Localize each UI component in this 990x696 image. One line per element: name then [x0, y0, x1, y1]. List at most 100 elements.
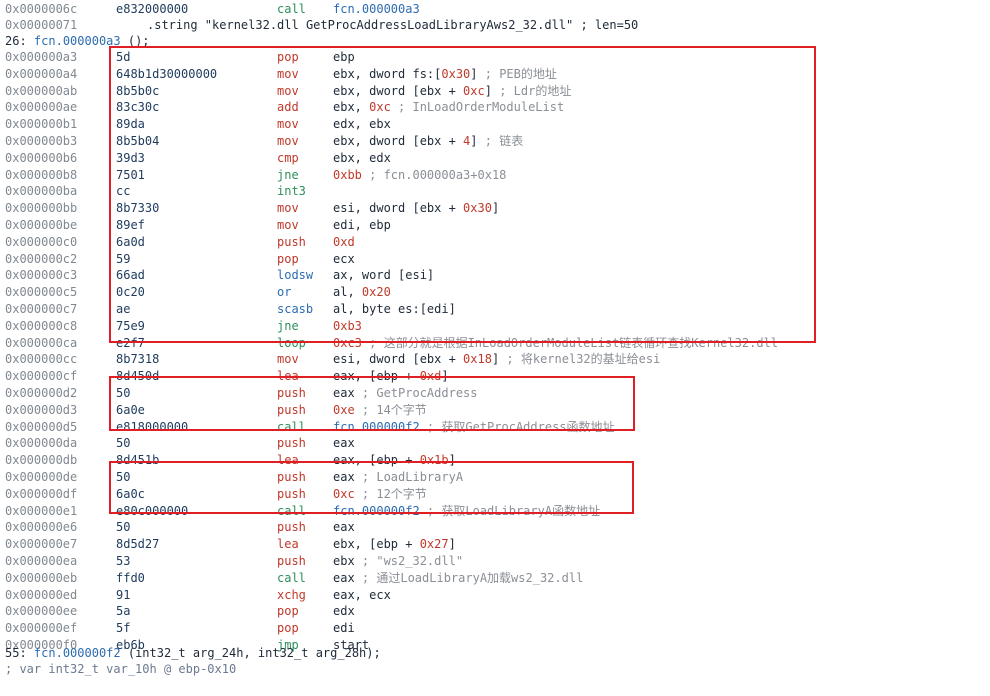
address: 0x000000e1 [5, 504, 78, 518]
address: 0x000000b3 [5, 134, 78, 148]
operands: eax [333, 519, 355, 535]
opcode-bytes: e832000000 [116, 2, 189, 16]
highlight-box-getprocaddress [109, 376, 635, 431]
address: 0x000000e7 [5, 537, 78, 551]
address: 0x000000c8 [5, 319, 78, 333]
operands: ebx ; "ws2_32.dll" [333, 553, 463, 569]
operand-suffix: ] [448, 537, 456, 551]
listing-row[interactable]: 0x000000ea 53 push ebx ; "ws2_32.dll" [0, 553, 990, 569]
listing-row[interactable]: 0x000000eb ffd0 call eax ; 通过LoadLibraryA加载… [0, 570, 990, 586]
address: 0x000000d3 [5, 403, 78, 417]
address: 0x000000c0 [5, 235, 78, 249]
listing-row[interactable]: 0x000000e6 50 push eax [0, 519, 990, 535]
address: 0x000000bb [5, 201, 78, 215]
mnemonic: mov [277, 352, 299, 366]
listing-row[interactable]: 0x000000ed 91 xchg eax, ecx [0, 587, 990, 603]
comment: ; 将kernel32的基址给esi [499, 352, 661, 366]
mnemonic: pop [277, 604, 299, 618]
variable-line[interactable]: ; var int32_t var_10h @ ebp-0x10 [0, 661, 990, 677]
operand-text: eax [333, 571, 355, 585]
operands: edi [333, 620, 355, 636]
operands: eax [333, 435, 355, 451]
immediate-value: 0x18 [463, 352, 492, 366]
address: 0x000000a4 [5, 67, 78, 81]
operands: eax ; 通过LoadLibraryA加载ws2_32.dll [333, 570, 583, 586]
address: 0x000000db [5, 453, 78, 467]
mnemonic: xchg [277, 588, 306, 602]
operands: edx [333, 603, 355, 619]
operand-text: edi [333, 621, 355, 635]
address: 0x000000eb [5, 571, 78, 585]
opcode-bytes: 91 [116, 588, 131, 602]
address: 0x000000b1 [5, 117, 78, 131]
mnemonic: lea [277, 537, 299, 551]
operand-text: eax [333, 436, 355, 450]
operand-text: esi, dword [ebx + [333, 352, 464, 366]
function-name[interactable]: fcn.000000f2 [34, 646, 121, 660]
mnemonic: push [277, 554, 306, 568]
operand-text: edx [333, 604, 355, 618]
mnemonic: call [277, 571, 306, 585]
listing-row[interactable]: 0x00000071 .string "kernel32.dll GetProcA… [0, 17, 990, 33]
address: 0x0000006c [5, 2, 78, 16]
opcode-bytes: 5f [116, 621, 131, 635]
comment: ; 通过LoadLibraryA加载ws2_32.dll [354, 571, 584, 585]
function-index: 55: [5, 646, 27, 660]
address: 0x000000b6 [5, 151, 78, 165]
opcode-bytes: ffd0 [116, 571, 145, 585]
address: 0x000000ea [5, 554, 78, 568]
highlight-box-kernel32-lookup [109, 46, 816, 343]
opcode-bytes: 50 [116, 520, 131, 534]
operand-text: ebx [333, 554, 355, 568]
operand-text: eax [333, 520, 355, 534]
operand-text: eax, ecx [333, 588, 391, 602]
address: 0x000000ae [5, 100, 78, 114]
opcode-bytes: 8b7318 [116, 352, 160, 366]
mnemonic: pop [277, 621, 299, 635]
operand-text: ebx, [ebp + [333, 537, 420, 551]
immediate-value: 0x27 [419, 537, 449, 551]
function-signature: (int32_t arg_24h, int32_t arg_28h); [120, 646, 381, 660]
opcode-bytes: 50 [116, 436, 131, 450]
function-index: 26: [5, 34, 27, 48]
opcode-bytes: 53 [116, 554, 131, 568]
listing-row[interactable]: 0x000000ef 5f pop edi [0, 620, 990, 636]
listing-row[interactable]: 0x000000ee 5a pop edx [0, 603, 990, 619]
mnemonic: push [277, 520, 306, 534]
listing-row[interactable]: 0x000000cc 8b7318 mov esi, dword [ebx + 0x1… [0, 351, 990, 367]
address: 0x000000a3 [5, 50, 78, 64]
address: 0x000000c7 [5, 302, 78, 316]
address: 0x000000b8 [5, 168, 78, 182]
address: 0x000000ca [5, 336, 78, 350]
operands: eax, ecx [333, 587, 391, 603]
opcode-bytes: 8d5d27 [116, 537, 160, 551]
mnemonic: push [277, 436, 306, 450]
variable-declaration: ; var int32_t var_10h @ ebp-0x10 [5, 662, 237, 676]
address: 0x000000cf [5, 369, 78, 383]
listing-row[interactable]: 0x0000006c e832000000 call fcn.000000a3 [0, 1, 990, 17]
function-name[interactable]: fcn.000000a3 [34, 34, 121, 48]
address: 0x000000d2 [5, 386, 78, 400]
address: 0x000000ab [5, 84, 78, 98]
address: 0x000000df [5, 487, 78, 501]
comment: ; "ws2_32.dll" [354, 554, 464, 568]
operands: fcn.000000a3 [333, 1, 420, 17]
address: 0x000000be [5, 218, 78, 232]
address: 0x000000ef [5, 621, 78, 635]
string-definition: .string "kernel32.dll GetProcAddressLoad… [147, 18, 639, 32]
address: 0x000000c3 [5, 268, 78, 282]
address: 0x000000cc [5, 352, 78, 366]
listing-row[interactable]: 0x000000da 50 push eax [0, 435, 990, 451]
operands: esi, dword [ebx + 0x18] ; 将kernel32的基址给e… [333, 351, 660, 367]
function-header-text: 55: fcn.000000f2 (int32_t arg_24h, int32… [5, 645, 381, 661]
address: 0x000000e6 [5, 520, 78, 534]
address: 0x000000ba [5, 184, 78, 198]
mnemonic: call [277, 2, 306, 16]
function-header[interactable]: 55: fcn.000000f2 (int32_t arg_24h, int32… [0, 645, 990, 661]
address: 0x000000c5 [5, 285, 78, 299]
address: 0x000000ed [5, 588, 78, 602]
address: 0x000000ee [5, 604, 78, 618]
address: 0x00000071 [5, 18, 78, 32]
listing-row[interactable]: 0x000000e7 8d5d27 lea ebx, [ebp + 0x27] [0, 536, 990, 552]
address: 0x000000c2 [5, 252, 78, 266]
